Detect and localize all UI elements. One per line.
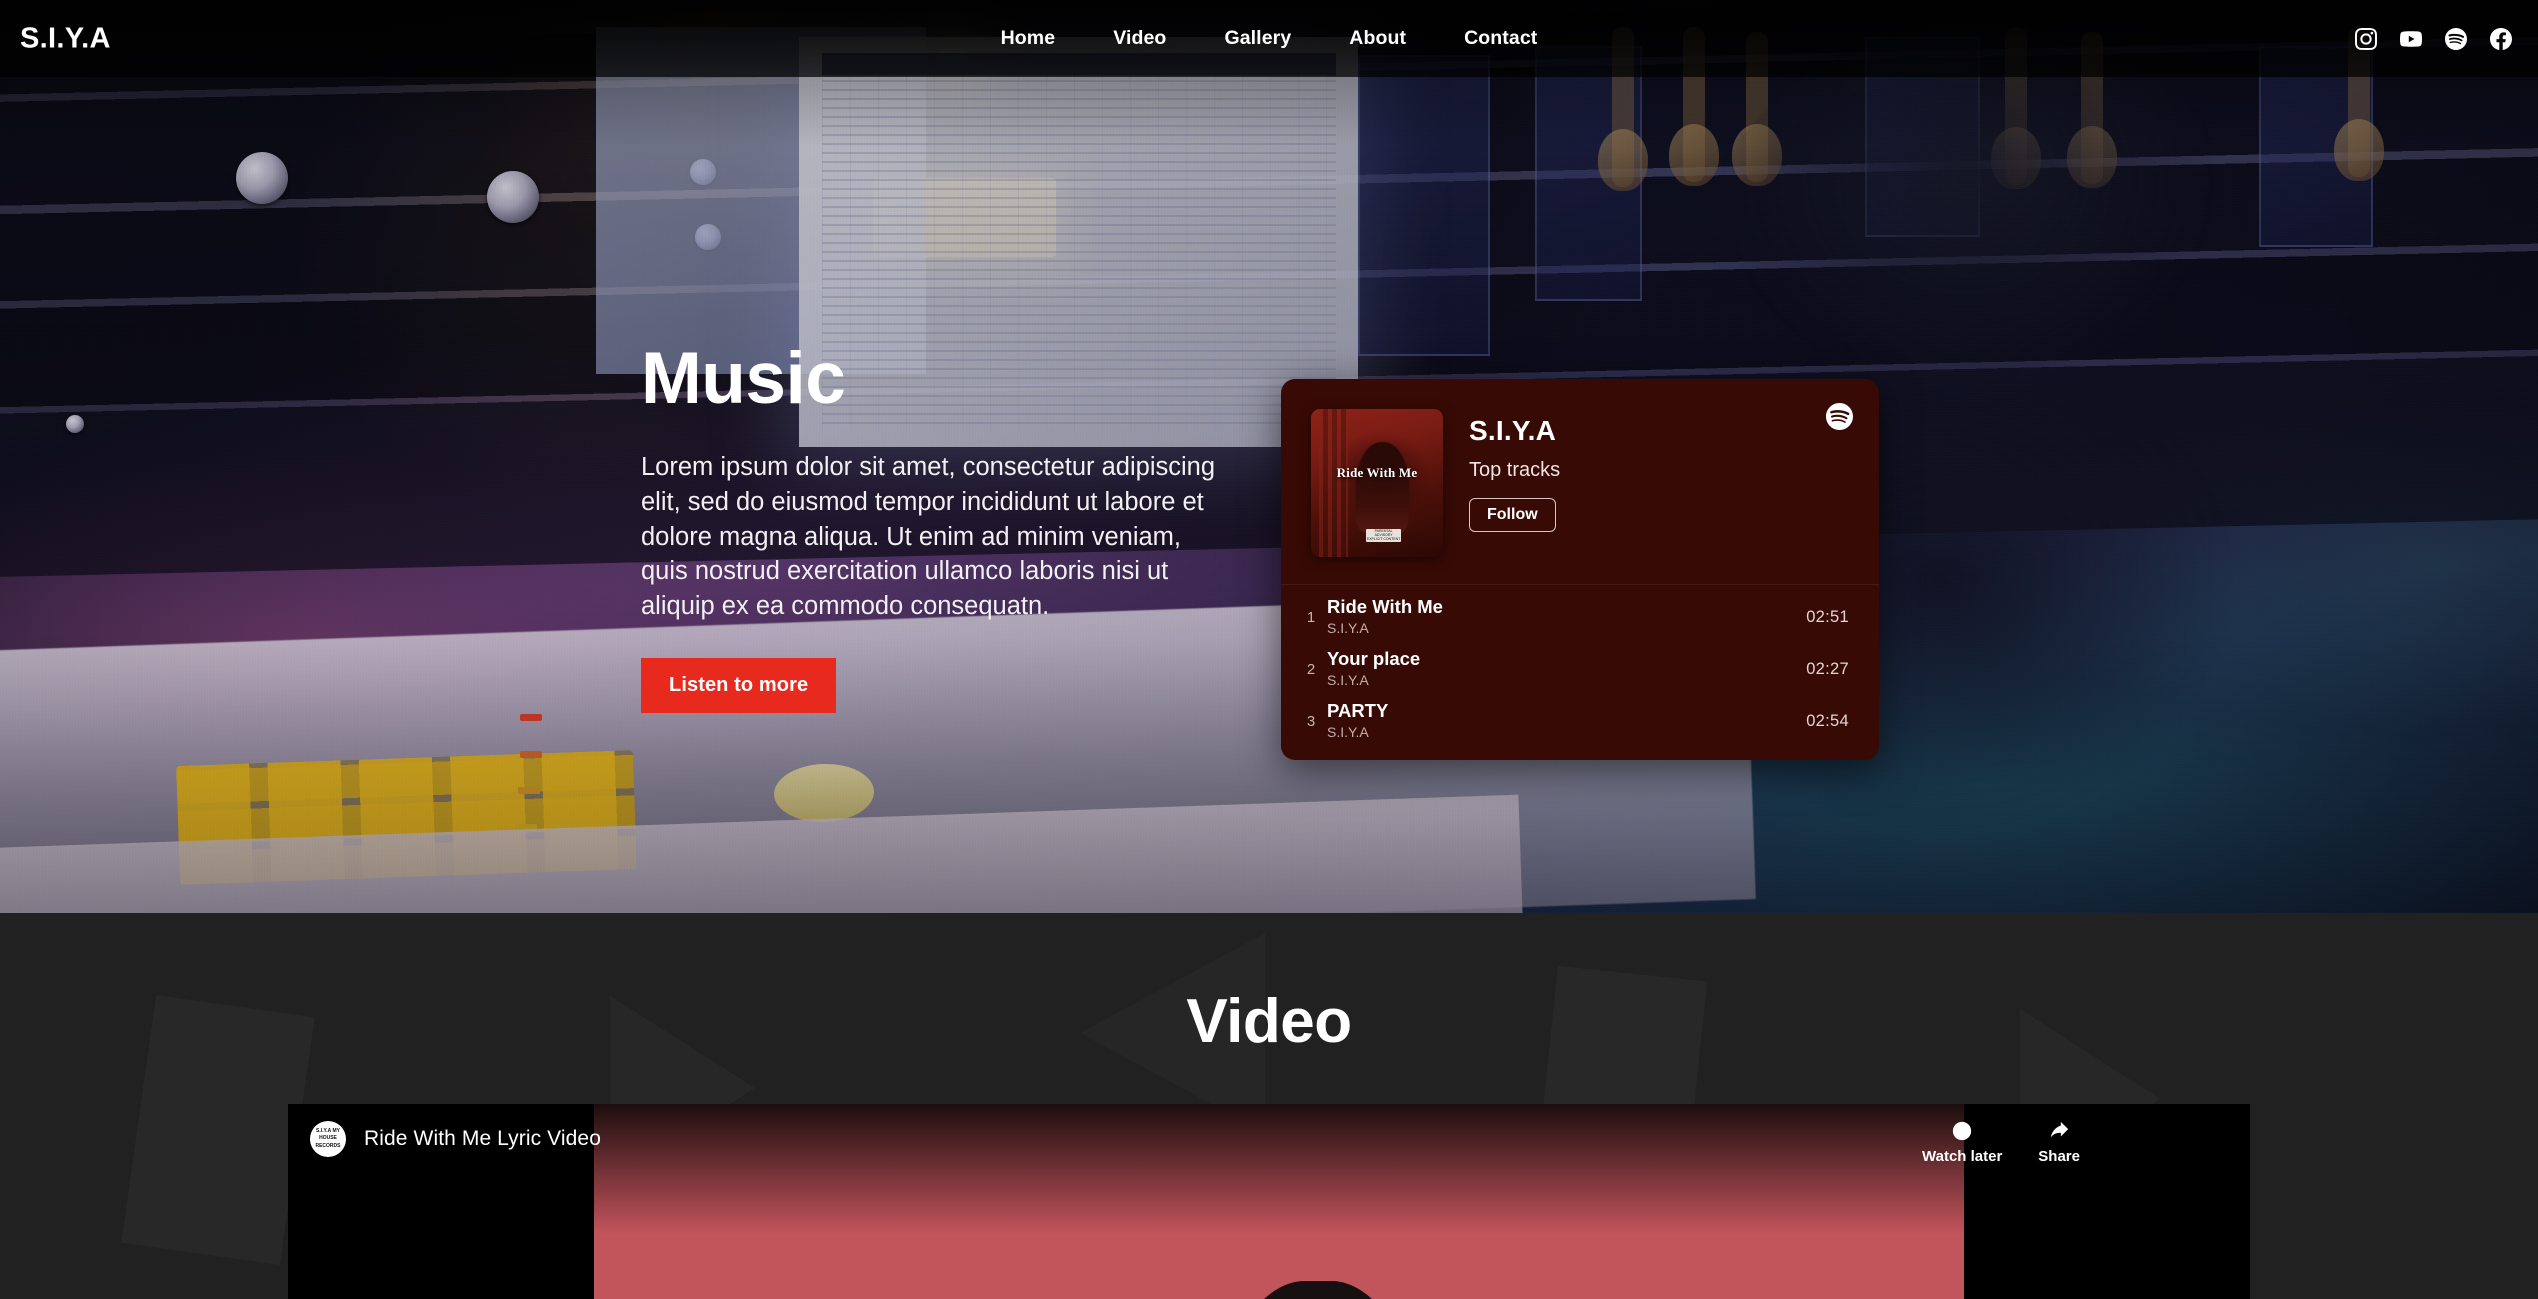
top-navbar: S.I.Y.A Home Video Gallery About Contact xyxy=(0,0,2538,77)
hero-paragraph: Lorem ipsum dolor sit amet, consectetur … xyxy=(641,453,1216,621)
nav-link-video[interactable]: Video xyxy=(1113,27,1166,50)
track-row[interactable]: 2 Your place S.I.Y.A 02:27 xyxy=(1281,643,1879,695)
track-row[interactable]: 1 Ride With Me S.I.Y.A 02:51 xyxy=(1281,591,1879,643)
track-row[interactable]: 3 PARTY S.I.Y.A 02:54 xyxy=(1281,695,1879,747)
youtube-icon[interactable] xyxy=(2400,28,2422,50)
share-arrow-icon xyxy=(2048,1120,2070,1142)
track-number: 3 xyxy=(1306,712,1316,730)
page-root: S.I.Y.A Home Video Gallery About Contact xyxy=(0,0,2538,1299)
track-title: Ride With Me xyxy=(1327,596,1443,618)
video-title[interactable]: Ride With Me Lyric Video xyxy=(364,1127,601,1151)
album-artwork[interactable]: Ride With Me PARENTAL ADVISORY EXPLICIT … xyxy=(1311,409,1443,557)
follow-button[interactable]: Follow xyxy=(1469,498,1556,532)
site-logo[interactable]: S.I.Y.A xyxy=(20,22,111,55)
clock-icon xyxy=(1951,1120,1973,1142)
track-title: Your place xyxy=(1327,648,1421,670)
spotify-artist-meta: S.I.Y.A Top tracks Follow xyxy=(1443,409,1849,584)
watch-later-button[interactable]: Watch later xyxy=(1922,1120,2002,1165)
watch-later-label: Watch later xyxy=(1922,1148,2003,1165)
video-section-heading: Video xyxy=(1186,987,1352,1056)
track-artist: S.I.Y.A xyxy=(1327,672,1369,689)
social-links xyxy=(2355,27,2512,50)
youtube-player[interactable]: S.I.Y.A MY HOUSE RECORDS Ride With Me Ly… xyxy=(288,1104,2250,1299)
channel-avatar-label: S.I.Y.A MY HOUSE RECORDS xyxy=(315,1127,341,1149)
top-tracks-list: 1 Ride With Me S.I.Y.A 02:51 2 Your plac… xyxy=(1281,585,1879,747)
track-info: Your place S.I.Y.A xyxy=(1321,647,1806,691)
track-artist: S.I.Y.A xyxy=(1327,620,1369,637)
share-button[interactable]: Share xyxy=(2038,1120,2080,1165)
spotify-subtitle: Top tracks xyxy=(1469,459,1561,481)
track-number: 2 xyxy=(1306,660,1316,678)
nav-link-about[interactable]: About xyxy=(1349,27,1406,50)
spotify-brand-icon[interactable] xyxy=(1826,403,1853,430)
nav-link-contact[interactable]: Contact xyxy=(1464,27,1537,50)
listen-to-more-button[interactable]: Listen to more xyxy=(641,657,837,713)
track-duration: 02:51 xyxy=(1806,607,1849,626)
nav-link-home[interactable]: Home xyxy=(1001,27,1056,50)
spotify-player-card: Ride With Me PARENTAL ADVISORY EXPLICIT … xyxy=(1281,379,1879,760)
track-title: PARTY xyxy=(1327,700,1389,722)
video-title-bar: S.I.Y.A MY HOUSE RECORDS Ride With Me Ly… xyxy=(310,1121,601,1157)
track-info: PARTY S.I.Y.A xyxy=(1321,699,1806,743)
nav-link-gallery[interactable]: Gallery xyxy=(1224,27,1291,50)
spotify-card-header: Ride With Me PARENTAL ADVISORY EXPLICIT … xyxy=(1281,379,1879,584)
album-art-curtain xyxy=(1318,409,1348,557)
track-duration: 02:54 xyxy=(1806,711,1849,730)
page-title: Music xyxy=(641,338,846,419)
album-art-figure xyxy=(1355,441,1409,534)
channel-avatar[interactable]: S.I.Y.A MY HOUSE RECORDS xyxy=(310,1121,346,1157)
track-info: Ride With Me S.I.Y.A xyxy=(1321,595,1806,639)
spotify-artist-name: S.I.Y.A xyxy=(1469,415,1556,446)
hero-content: Music Lorem ipsum dolor sit amet, consec… xyxy=(0,77,2538,913)
album-art-title: Ride With Me xyxy=(1336,465,1418,481)
video-action-buttons: Watch later Share xyxy=(1922,1120,2080,1165)
spotify-icon[interactable] xyxy=(2445,27,2467,50)
track-duration: 02:27 xyxy=(1806,659,1849,678)
instagram-icon[interactable] xyxy=(2355,27,2377,50)
share-label: Share xyxy=(2038,1148,2080,1165)
facebook-icon[interactable] xyxy=(2490,27,2512,50)
primary-navigation: Home Video Gallery About Contact xyxy=(1001,27,1538,50)
track-artist: S.I.Y.A xyxy=(1327,724,1369,741)
person-in-video xyxy=(1151,1280,1485,1299)
track-number: 1 xyxy=(1306,608,1316,626)
parental-advisory-badge: PARENTAL ADVISORY EXPLICIT CONTENT xyxy=(1366,528,1401,543)
hero-copy-block: Music Lorem ipsum dolor sit amet, consec… xyxy=(641,338,1241,713)
